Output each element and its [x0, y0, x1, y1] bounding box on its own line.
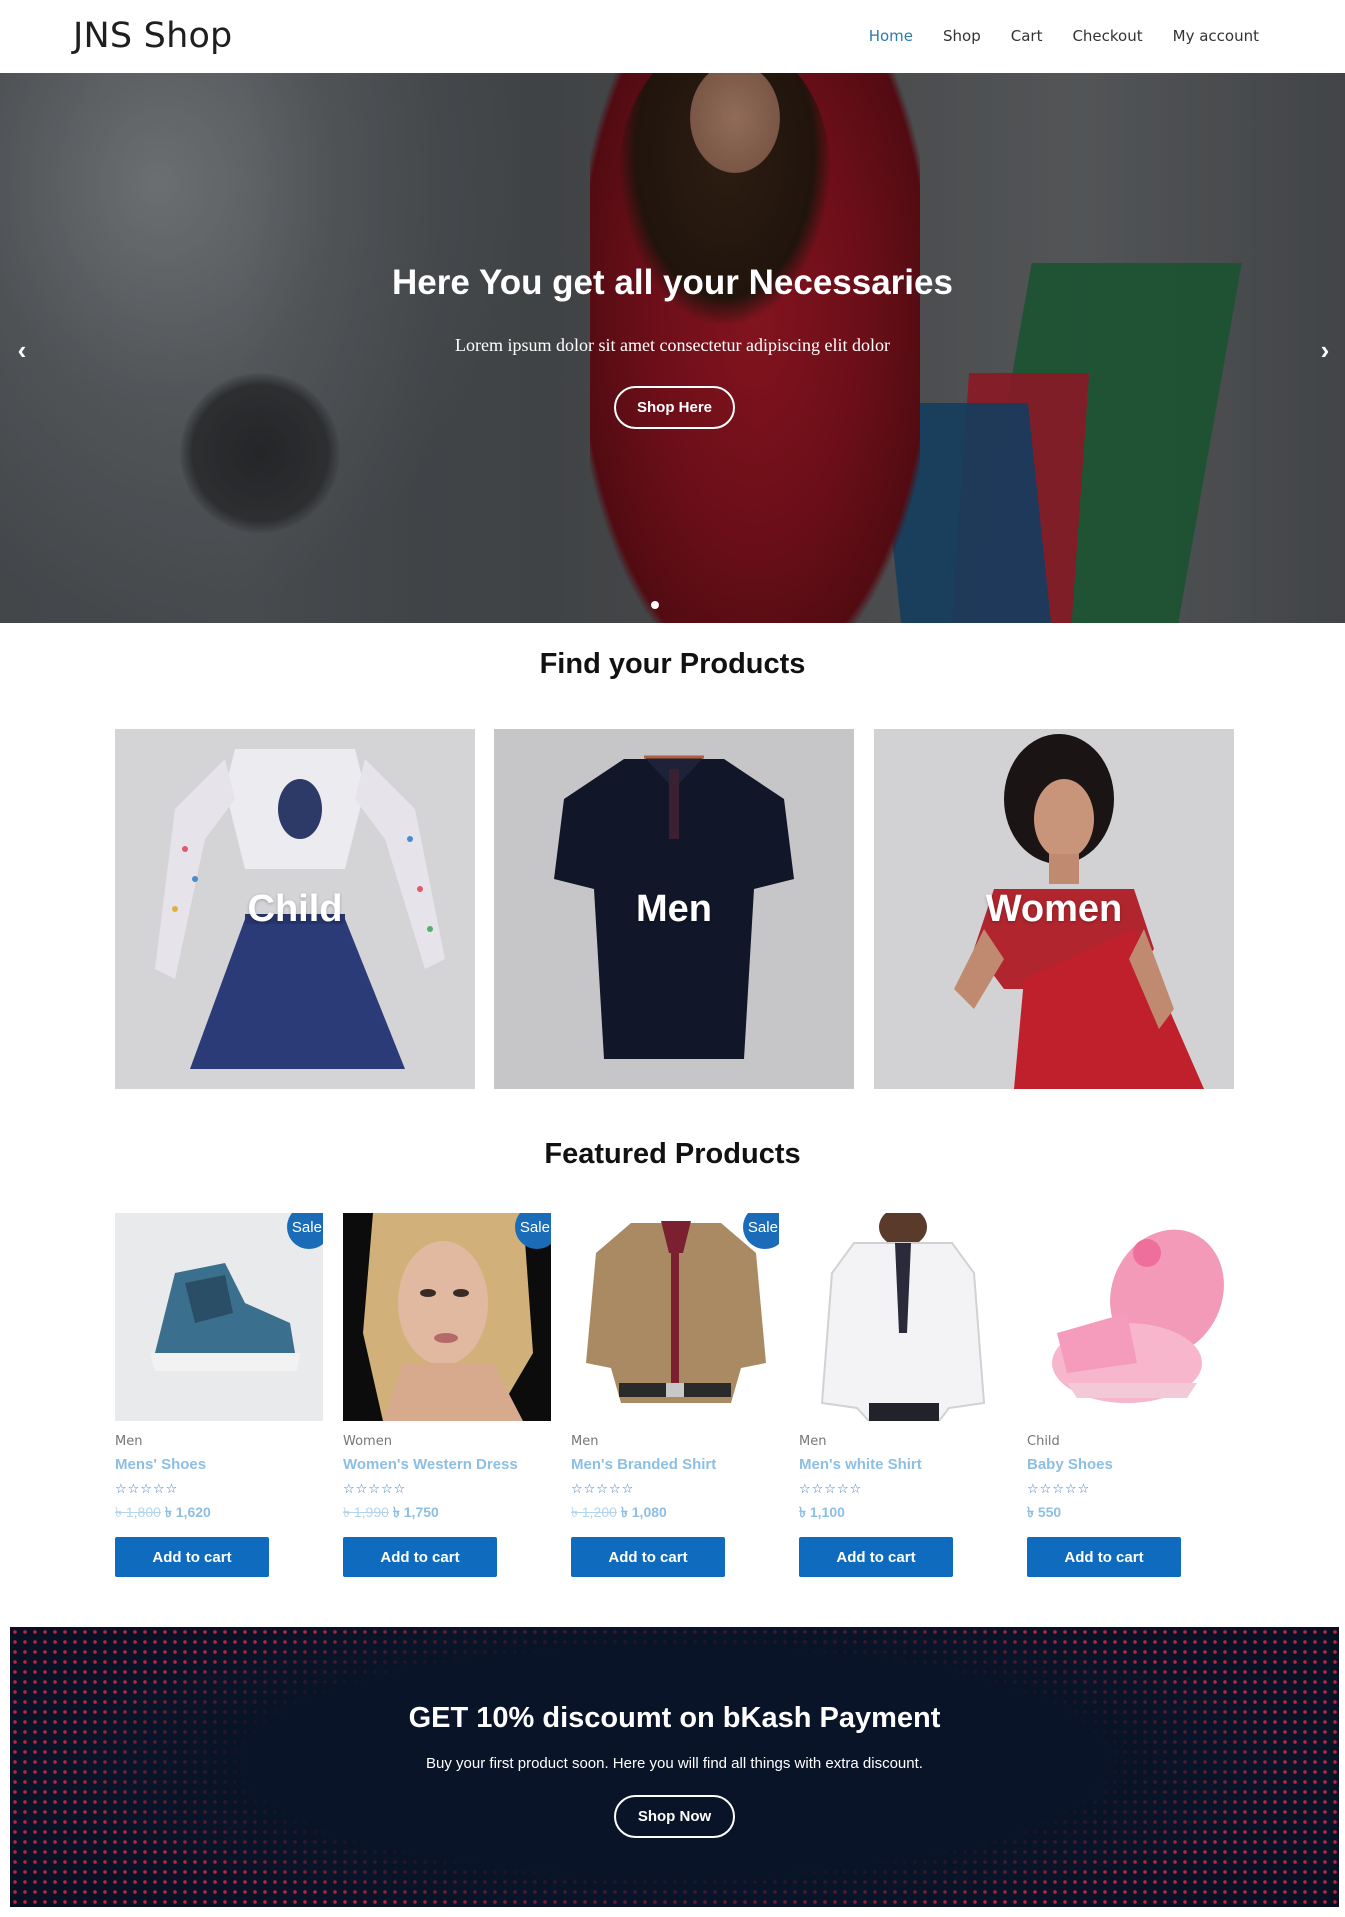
woman-portrait-image — [343, 1213, 551, 1421]
product-name[interactable]: Baby Shoes — [1027, 1456, 1235, 1473]
current-price: ৳ 550 — [1027, 1504, 1062, 1520]
product-card: Sale! Men Mens' Shoes ☆☆☆☆☆ ৳ 1,800 ৳ 1,6… — [115, 1213, 323, 1577]
category-card-men[interactable]: Men — [494, 729, 854, 1089]
featured-products-title: Featured Products — [544, 1138, 801, 1170]
star-rating-icon: ☆☆☆☆☆ — [115, 1482, 179, 1497]
product-image-mens-branded-shirt[interactable]: Sale! — [571, 1213, 779, 1421]
site-header: JNS Shop Home Shop Cart Checkout My acco… — [0, 0, 1345, 73]
add-to-cart-button[interactable]: Add to cart — [799, 1537, 953, 1577]
promo-title: GET 10% discoumt on bKash Payment — [408, 1702, 941, 1734]
category-label-women: Women — [985, 887, 1123, 930]
current-price: ৳ 1,080 — [620, 1504, 667, 1520]
old-price: ৳ 1,990 — [343, 1504, 389, 1520]
product-image-womens-western-dress[interactable]: Sale! — [343, 1213, 551, 1421]
product-card: Sale! Women Women's Western Dress ☆☆☆☆☆ … — [343, 1213, 551, 1577]
shoe-image — [115, 1213, 323, 1421]
product-name[interactable]: Men's Branded Shirt — [571, 1456, 779, 1473]
add-to-cart-button[interactable]: Add to cart — [343, 1537, 497, 1577]
shop-here-button[interactable]: Shop Here — [614, 386, 735, 429]
current-price: ৳ 1,100 — [799, 1504, 845, 1520]
category-card-child[interactable]: Child — [115, 729, 475, 1089]
branded-shirt-image — [571, 1213, 779, 1421]
product-image-mens-shoes[interactable]: Sale! — [115, 1213, 323, 1421]
baby-shoes-image — [1027, 1213, 1235, 1421]
category-label-men: Men — [636, 887, 712, 930]
hero-subtitle: Lorem ipsum dolor sit amet consectetur a… — [455, 335, 890, 355]
product-price: ৳ 1,100 — [799, 1501, 1007, 1525]
slider-dot[interactable] — [651, 601, 659, 609]
site-logo[interactable]: JNS Shop — [73, 16, 232, 56]
nav-cart[interactable]: Cart — [1011, 27, 1043, 45]
nav-checkout[interactable]: Checkout — [1072, 27, 1142, 45]
old-price: ৳ 1,800 — [115, 1504, 161, 1520]
star-rating-icon: ☆☆☆☆☆ — [799, 1482, 863, 1497]
product-price: ৳ 550 — [1027, 1501, 1235, 1525]
add-to-cart-button[interactable]: Add to cart — [1027, 1537, 1181, 1577]
nav-my-account[interactable]: My account — [1173, 27, 1259, 45]
product-price: ৳ 1,990 ৳ 1,750 — [343, 1501, 551, 1525]
product-price: ৳ 1,800 ৳ 1,620 — [115, 1501, 323, 1525]
hero-title: Here You get all your Necessaries — [392, 263, 953, 302]
add-to-cart-button[interactable]: Add to cart — [115, 1537, 269, 1577]
old-price: ৳ 1,200 — [571, 1504, 617, 1520]
category-card-women[interactable]: Women — [874, 729, 1234, 1089]
star-rating-icon: ☆☆☆☆☆ — [571, 1482, 635, 1497]
product-category: Women — [343, 1434, 392, 1449]
promo-text: Buy your first product soon. Here you wi… — [426, 1755, 923, 1772]
product-card: Sale! Men Men's Branded Shirt ☆☆☆☆☆ ৳ 1,… — [571, 1213, 779, 1577]
product-category: Men — [799, 1434, 827, 1449]
product-category: Men — [571, 1434, 599, 1449]
product-image-mens-white-shirt[interactable] — [799, 1213, 1007, 1421]
nav-home[interactable]: Home — [869, 27, 913, 45]
add-to-cart-button[interactable]: Add to cart — [571, 1537, 725, 1577]
product-category: Men — [115, 1434, 143, 1449]
current-price: ৳ 1,620 — [164, 1504, 211, 1520]
product-card: Men Men's white Shirt ☆☆☆☆☆ ৳ 1,100 Add … — [799, 1213, 1007, 1577]
product-name[interactable]: Men's white Shirt — [799, 1456, 1007, 1473]
product-name[interactable]: Mens' Shoes — [115, 1456, 323, 1473]
nav-shop[interactable]: Shop — [943, 27, 981, 45]
star-rating-icon: ☆☆☆☆☆ — [1027, 1482, 1091, 1497]
chevron-left-icon[interactable]: ‹ — [12, 335, 32, 365]
current-price: ৳ 1,750 — [392, 1504, 439, 1520]
chevron-right-icon[interactable]: › — [1315, 335, 1335, 365]
find-products-title: Find your Products — [539, 648, 806, 680]
hero-slider: Here You get all your Necessaries Lorem … — [0, 73, 1345, 623]
product-category: Child — [1027, 1434, 1060, 1449]
shop-now-button[interactable]: Shop Now — [614, 1795, 735, 1838]
product-image-baby-shoes[interactable] — [1027, 1213, 1235, 1421]
white-shirt-image — [799, 1213, 1007, 1421]
category-label-child: Child — [247, 887, 343, 930]
promo-banner: GET 10% discoumt on bKash Payment Buy yo… — [10, 1627, 1339, 1907]
star-rating-icon: ☆☆☆☆☆ — [343, 1482, 407, 1497]
product-name[interactable]: Women's Western Dress — [343, 1456, 551, 1473]
main-nav: Home Shop Cart Checkout My account — [869, 27, 1259, 45]
product-price: ৳ 1,200 ৳ 1,080 — [571, 1501, 779, 1525]
product-card: Child Baby Shoes ☆☆☆☆☆ ৳ 550 Add to cart — [1027, 1213, 1235, 1577]
